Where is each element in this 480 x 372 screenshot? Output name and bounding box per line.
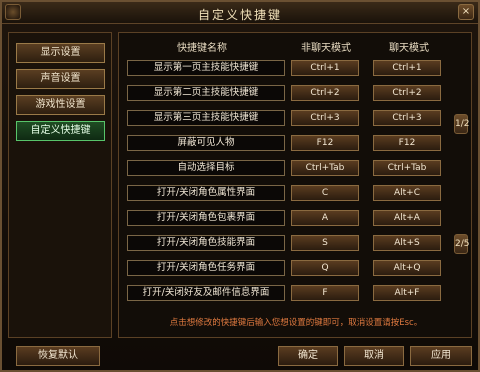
hotkey-chat-button[interactable]: Alt+F	[373, 285, 441, 301]
page-ornament-icon: 1/2	[454, 114, 469, 134]
ok-button[interactable]: 确定	[278, 346, 338, 366]
restore-defaults-button[interactable]: 恢复默认	[16, 346, 100, 366]
window-title: 自定义快捷键	[197, 8, 282, 22]
hotkey-chat-button[interactable]: Ctrl+Tab	[373, 160, 441, 176]
hotkey-normal-button[interactable]: S	[291, 235, 359, 251]
hotkey-normal-button[interactable]: Q	[291, 260, 359, 276]
hotkey-settings-window: 自定义快捷键 × 显示设置 声音设置 游戏性设置 自定义快捷键 快捷键名称 非聊…	[0, 0, 480, 372]
hotkey-name: 显示第一页主技能快捷键	[127, 60, 285, 76]
hotkey-normal-button[interactable]: F	[291, 285, 359, 301]
page-ornament-icon: 2/5	[454, 234, 469, 254]
hint-text: 点击想修改的快捷键后输入您想设置的键即可，取消设置请按Esc。	[169, 318, 423, 328]
settings-sidebar: 显示设置 声音设置 游戏性设置 自定义快捷键	[8, 32, 112, 338]
hotkey-chat-button[interactable]: Alt+A	[373, 210, 441, 226]
hotkey-name: 显示第二页主技能快捷键	[127, 85, 285, 101]
hotkey-chat-button[interactable]: Alt+Q	[373, 260, 441, 276]
hotkey-chat-button[interactable]: Alt+S	[373, 235, 441, 251]
hotkey-name: 屏蔽可见人物	[127, 135, 285, 151]
column-header-chat-mode: 聊天模式	[389, 43, 429, 54]
hotkey-name: 打开/关闭角色属性界面	[127, 185, 285, 201]
hotkey-name: 显示第三页主技能快捷键	[127, 110, 285, 126]
cancel-button[interactable]: 取消	[344, 346, 404, 366]
title-bar: 自定义快捷键 ×	[2, 2, 478, 24]
sidebar-item-sound[interactable]: 声音设置	[16, 69, 105, 89]
hotkey-chat-button[interactable]: Ctrl+2	[373, 85, 441, 101]
hotkey-normal-button[interactable]: F12	[291, 135, 359, 151]
hotkey-normal-button[interactable]: C	[291, 185, 359, 201]
column-header-name: 快捷键名称	[177, 43, 227, 54]
hotkey-chat-button[interactable]: Alt+C	[373, 185, 441, 201]
hotkey-name: 打开/关闭角色技能界面	[127, 235, 285, 251]
hotkey-normal-button[interactable]: Ctrl+3	[291, 110, 359, 126]
close-button[interactable]: ×	[458, 4, 474, 20]
hotkey-normal-button[interactable]: A	[291, 210, 359, 226]
sidebar-item-custom-hotkeys[interactable]: 自定义快捷键	[16, 121, 105, 141]
hotkey-chat-button[interactable]: F12	[373, 135, 441, 151]
hotkey-name: 打开/关闭角色任务界面	[127, 260, 285, 276]
hotkey-normal-button[interactable]: Ctrl+2	[291, 85, 359, 101]
hotkey-name: 自动选择目标	[127, 160, 285, 176]
hotkey-panel: 快捷键名称 非聊天模式 聊天模式 显示第一页主技能快捷键 Ctrl+1 Ctrl…	[118, 32, 472, 338]
apply-button[interactable]: 应用	[410, 346, 472, 366]
hotkey-normal-button[interactable]: Ctrl+1	[291, 60, 359, 76]
sidebar-item-gameplay[interactable]: 游戏性设置	[16, 95, 105, 115]
hotkey-name: 打开/关闭角色包裹界面	[127, 210, 285, 226]
sidebar-item-display[interactable]: 显示设置	[16, 43, 105, 63]
hotkey-chat-button[interactable]: Ctrl+3	[373, 110, 441, 126]
hotkey-normal-button[interactable]: Ctrl+Tab	[291, 160, 359, 176]
column-header-normal-mode: 非聊天模式	[301, 43, 351, 54]
hotkey-name: 打开/关闭好友及邮件信息界面	[127, 285, 285, 301]
hotkey-chat-button[interactable]: Ctrl+1	[373, 60, 441, 76]
